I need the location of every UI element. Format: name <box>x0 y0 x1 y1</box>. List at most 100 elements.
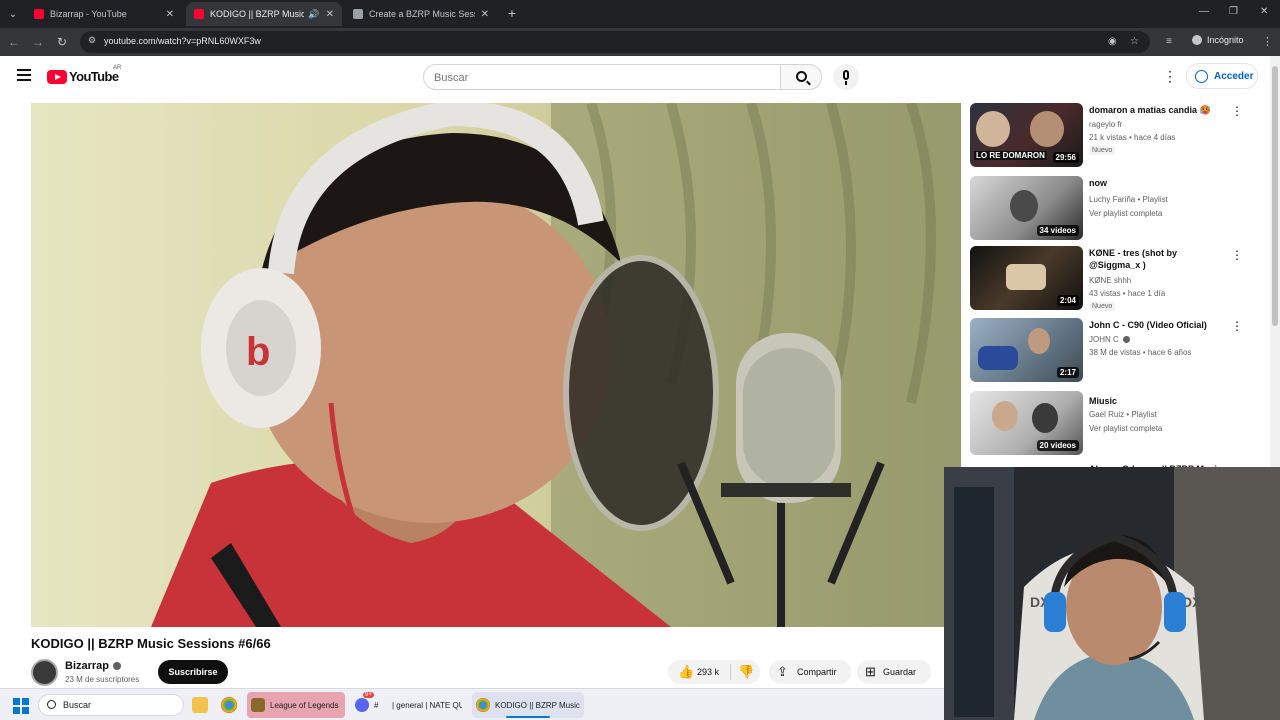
incognito-indicator[interactable]: Incógnito <box>1192 35 1244 45</box>
share-label: Compartir <box>797 667 837 677</box>
more-options-icon[interactable]: ⋮ <box>1231 319 1243 333</box>
media-control-icon[interactable]: ≡ <box>1161 34 1177 50</box>
file-explorer-icon[interactable] <box>192 697 208 713</box>
account-icon <box>1195 69 1208 83</box>
url-text[interactable]: youtube.com/watch?v=pRNL60WXF3w <box>104 36 261 46</box>
video-duration: 2:04 <box>1056 295 1079 306</box>
view-playlist-link[interactable]: Ver playlist completa <box>1089 209 1162 218</box>
close-icon[interactable]: ✕ <box>326 9 334 20</box>
recommendation-item[interactable]: 2:17 John C - C90 (Video Oficial) JOHN C… <box>970 318 1270 382</box>
webcam-overlay: DX DX <box>944 467 1280 720</box>
incognito-label: Incógnito <box>1207 35 1244 45</box>
playlist-thumbnail[interactable]: 20 videos <box>970 391 1083 455</box>
close-icon[interactable]: ✕ <box>166 9 174 20</box>
window-close-icon[interactable]: ✕ <box>1260 6 1268 17</box>
league-of-legends-icon <box>251 698 265 712</box>
channel-name[interactable]: Luchy Fariña • Playlist <box>1089 195 1168 204</box>
recommendation-item[interactable]: LO RE DOMARON 29:56 domaron a matias can… <box>970 103 1270 167</box>
forward-icon[interactable]: → <box>30 34 46 50</box>
channel-name[interactable]: JOHN C <box>1089 335 1130 344</box>
tab-bizarrap[interactable]: Bizarrap - YouTube ✕ <box>26 2 182 26</box>
settings-kebab-icon[interactable]: ⋮ <box>1163 68 1177 85</box>
eye-off-icon[interactable]: ◉ <box>1108 36 1117 47</box>
signin-button[interactable]: Acceder <box>1186 63 1258 89</box>
search-icon <box>796 71 807 82</box>
dislike-icon[interactable]: 👎 <box>738 664 754 680</box>
chrome-icon[interactable] <box>221 697 237 713</box>
recommendation-item[interactable]: 20 videos Miusic Gael Ruiz • Playlist Ve… <box>970 391 1270 455</box>
more-options-icon[interactable]: ⋮ <box>1231 104 1243 118</box>
video-duration: 29:56 <box>1052 152 1079 163</box>
subscribe-button[interactable]: Suscribirse <box>158 660 228 684</box>
maximize-icon[interactable]: ❐ <box>1229 6 1238 17</box>
tab-title: KODIGO || BZRP Music Sessions #6/66 <box>210 9 305 19</box>
region-code: AR <box>113 65 122 71</box>
menu-icon[interactable] <box>17 69 31 81</box>
recommendation-item[interactable]: 2:04 KØNE - tres (shot by @Siggma_x ) KØ… <box>970 246 1270 311</box>
taskbar-app-chrome[interactable]: KODIGO || BZRP Music S <box>472 692 584 718</box>
save-label: Guardar <box>883 667 917 677</box>
notification-badge: 9+ <box>363 692 374 698</box>
discord-icon <box>355 698 369 712</box>
tab-title: Bizarrap - YouTube <box>50 9 127 19</box>
recommendation-item[interactable]: 34 videos now Luchy Fariña • Playlist Ve… <box>970 176 1270 240</box>
youtube-play-icon <box>47 69 67 84</box>
search-button[interactable] <box>780 64 822 90</box>
tab-kodigo[interactable]: KODIGO || BZRP Music Sessions #6/66 🔊 ✕ <box>186 2 342 26</box>
playlist-count: 34 videos <box>1036 225 1079 236</box>
channel-name[interactable]: Gael Ruiz • Playlist <box>1089 410 1157 419</box>
like-count[interactable]: 293 k <box>697 667 719 677</box>
chrome-icon <box>476 698 490 712</box>
video-thumbnail[interactable]: 2:17 <box>970 318 1083 382</box>
speaker-icon[interactable]: 🔊 <box>308 9 319 20</box>
back-icon[interactable]: ← <box>6 34 22 50</box>
like-icon[interactable]: 👍 <box>678 664 694 680</box>
playlist-title[interactable]: now <box>1089 177 1214 189</box>
bookmark-star-icon[interactable]: ☆ <box>1130 36 1139 47</box>
taskbar-app-league[interactable]: League of Legends <box>247 692 345 718</box>
browser-tab-bar: ⌄ Bizarrap - YouTube ✕ KODIGO || BZRP Mu… <box>0 0 1280 28</box>
more-options-icon[interactable]: ⋮ <box>1231 248 1243 262</box>
close-icon[interactable]: ✕ <box>481 9 489 20</box>
tab-search-icon[interactable]: ⌄ <box>4 5 22 23</box>
verified-icon <box>1122 336 1130 344</box>
channel-name[interactable]: KØNE shhh <box>1089 276 1131 285</box>
youtube-icon <box>194 9 204 19</box>
taskbar-app-discord-channel[interactable]: | general | NATE QU <box>388 692 466 718</box>
channel-avatar[interactable] <box>31 659 58 686</box>
taskbar-app-label: # <box>374 700 379 710</box>
playlist-title[interactable]: Miusic <box>1089 395 1214 407</box>
video-meta: 43 vistas • hace 1 día <box>1089 289 1166 298</box>
video-thumbnail[interactable]: 2:04 <box>970 246 1083 310</box>
share-button[interactable]: ⇪ Compartir <box>769 660 851 684</box>
new-tab-button[interactable]: + <box>505 5 519 21</box>
channel-name[interactable]: Bizarrap <box>65 660 122 672</box>
video-thumbnail[interactable]: LO RE DOMARON 29:56 <box>970 103 1083 167</box>
playlist-thumbnail[interactable]: 34 videos <box>970 176 1083 240</box>
save-button[interactable]: ⊞ Guardar <box>857 660 931 684</box>
voice-search-button[interactable] <box>833 64 859 90</box>
reload-icon[interactable]: ↻ <box>54 34 70 50</box>
taskbar-app-discord[interactable]: # 9+ <box>351 692 389 718</box>
new-badge: Nuevo <box>1089 302 1116 311</box>
windows-start-icon[interactable] <box>13 698 29 714</box>
address-bar[interactable]: ⚙ youtube.com/watch?v=pRNL60WXF3w ◉ ☆ <box>80 31 1150 53</box>
video-title[interactable]: KØNE - tres (shot by @Siggma_x ) <box>1089 247 1214 271</box>
view-playlist-link[interactable]: Ver playlist completa <box>1089 424 1162 433</box>
site-info-icon[interactable]: ⚙ <box>86 35 98 47</box>
browser-menu-icon[interactable]: ⋮ <box>1262 35 1273 48</box>
taskbar-search-input[interactable]: Buscar <box>38 694 184 716</box>
scrollbar-thumb[interactable] <box>1272 66 1278 326</box>
windows-taskbar: Buscar League of Legends # 9+ | general … <box>0 688 944 720</box>
incognito-icon <box>1192 35 1202 45</box>
minimize-icon[interactable]: — <box>1199 6 1209 17</box>
microphone-icon <box>843 70 849 85</box>
youtube-logo[interactable]: YouTube AR <box>47 65 121 84</box>
video-title: KODIGO || BZRP Music Sessions #6/66 <box>31 636 271 651</box>
channel-name[interactable]: rageylo fr <box>1089 120 1122 129</box>
tab-create-bzrp[interactable]: Create a BZRP Music Sessions ✕ <box>345 2 497 26</box>
video-title[interactable]: domaron a matias candia 🥵 <box>1089 104 1214 116</box>
video-title[interactable]: John C - C90 (Video Oficial) <box>1089 319 1214 331</box>
search-input[interactable]: Buscar <box>423 64 781 90</box>
video-player[interactable]: b <box>31 103 961 627</box>
